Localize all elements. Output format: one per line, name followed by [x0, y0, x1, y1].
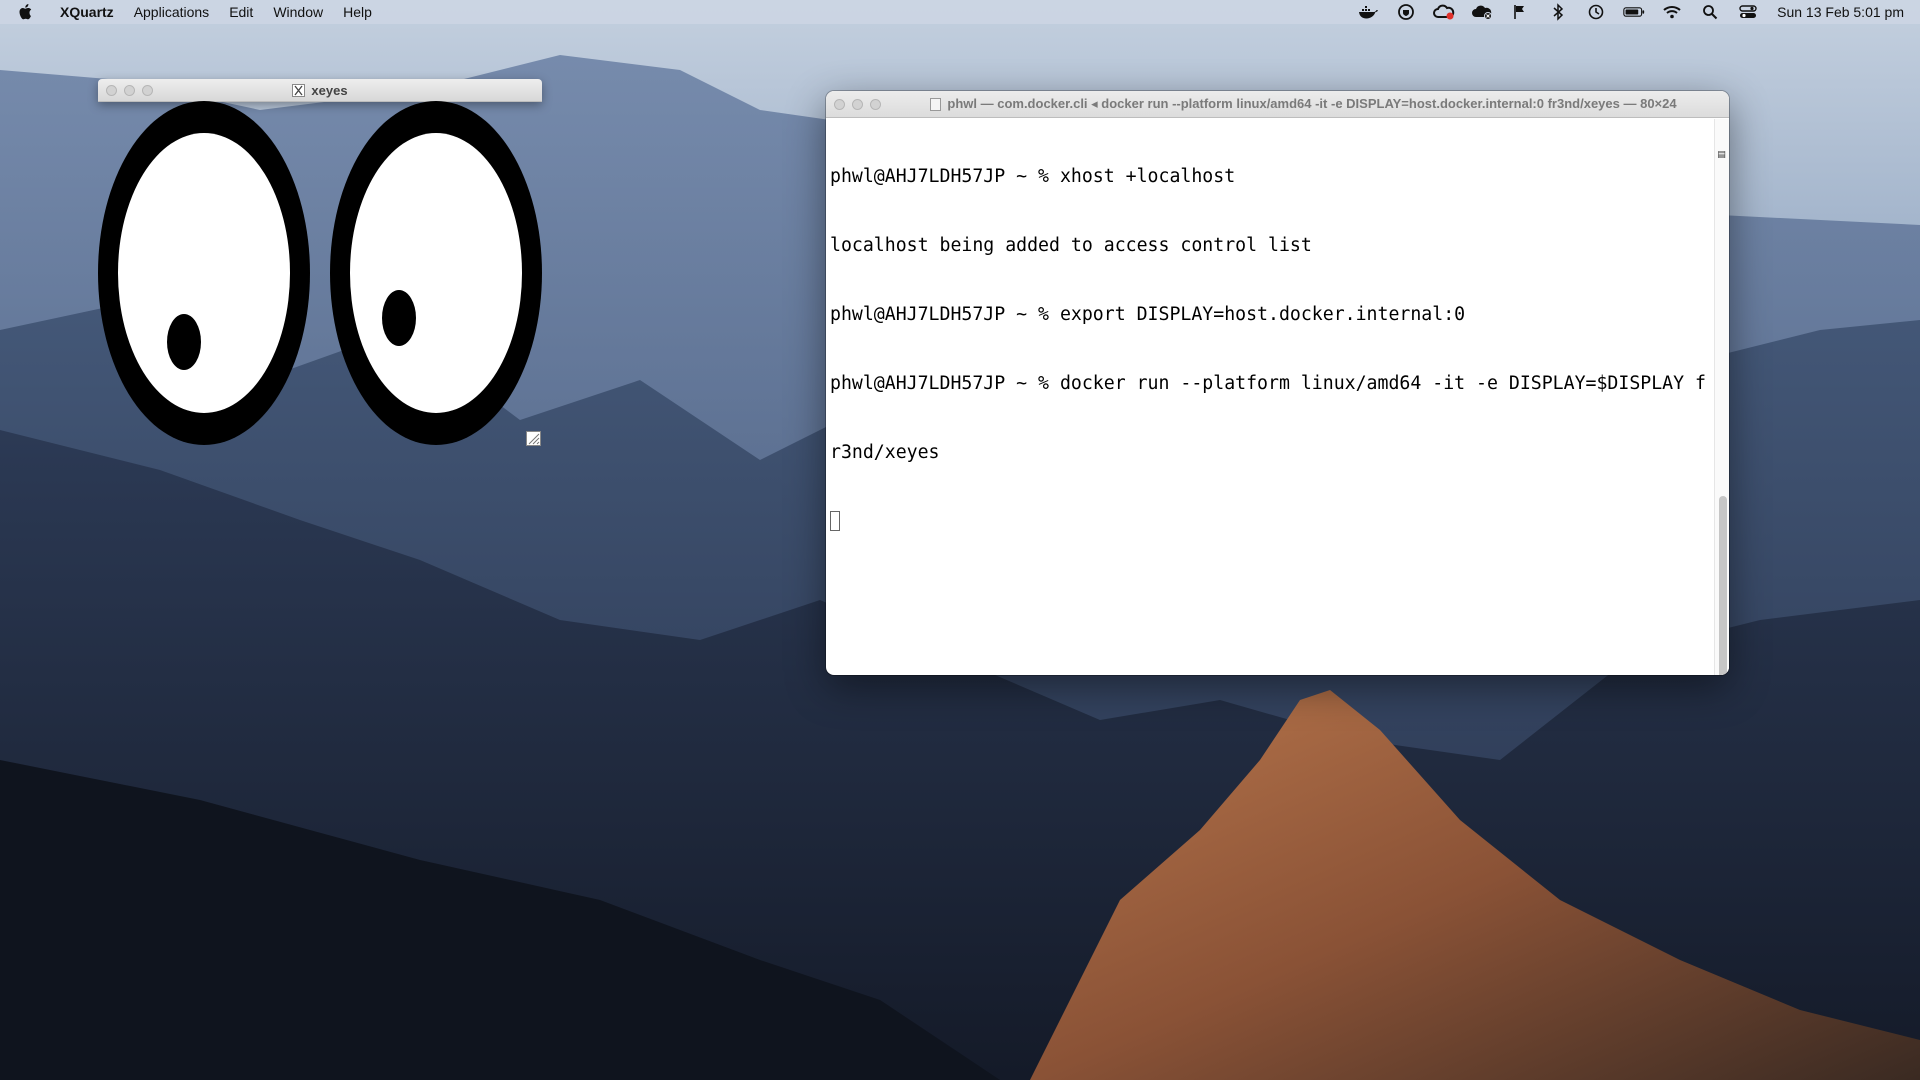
right-eye	[330, 101, 542, 445]
apple-menu-icon[interactable]	[16, 2, 36, 22]
terminal-title: phwl — com.docker.cli ◂ docker run --pla…	[947, 96, 1677, 111]
terminal-content[interactable]: phwl@AHJ7LDH57JP ~ % xhost +localhost lo…	[830, 119, 1711, 675]
vpn-icon[interactable]	[1395, 3, 1417, 21]
creative-cloud-icon[interactable]	[1433, 3, 1455, 21]
split-pane-icon[interactable]: ▤	[1716, 149, 1727, 160]
xeyes-window: xeyes	[98, 79, 542, 451]
terminal-cursor	[830, 511, 840, 531]
close-button[interactable]	[834, 98, 845, 110]
cloud-sync-icon[interactable]	[1471, 3, 1493, 21]
scrollbar-thumb[interactable]	[1719, 496, 1727, 675]
docker-icon[interactable]	[1357, 3, 1379, 21]
minimize-button[interactable]	[852, 98, 863, 110]
terminal-window: phwl — com.docker.cli ◂ docker run --pla…	[826, 91, 1729, 675]
xeyes-eyes	[98, 101, 542, 445]
spotlight-icon[interactable]	[1699, 3, 1721, 21]
time-machine-icon[interactable]	[1585, 3, 1607, 21]
menu-help[interactable]: Help	[333, 0, 382, 24]
wifi-icon[interactable]	[1661, 3, 1683, 21]
menu-app-xquartz[interactable]: XQuartz	[50, 0, 124, 24]
left-pupil	[167, 314, 201, 370]
zoom-button[interactable]	[870, 98, 881, 110]
xeyes-title: xeyes	[311, 82, 348, 98]
terminal-line: r3nd/xeyes	[830, 442, 940, 463]
menu-window[interactable]: Window	[263, 0, 333, 24]
terminal-line: phwl@AHJ7LDH57JP ~ % xhost +localhost	[830, 166, 1236, 187]
left-eye	[98, 101, 310, 445]
terminal-line: phwl@AHJ7LDH57JP ~ % export DISPLAY=host…	[830, 304, 1466, 325]
menu-applications[interactable]: Applications	[124, 0, 220, 24]
resize-grip[interactable]	[526, 431, 541, 446]
control-center-icon[interactable]	[1737, 3, 1759, 21]
flag-icon[interactable]	[1509, 3, 1531, 21]
desktop: XQuartz Applications Edit Window Help Su…	[0, 0, 1920, 1080]
right-pupil	[382, 290, 416, 346]
menu-edit[interactable]: Edit	[219, 0, 263, 24]
battery-icon[interactable]	[1623, 3, 1645, 21]
document-proxy-icon[interactable]	[930, 97, 942, 111]
terminal-title-bar[interactable]: phwl — com.docker.cli ◂ docker run --pla…	[826, 91, 1729, 118]
menu-clock[interactable]: Sun 13 Feb 5:01 pm	[1777, 4, 1904, 20]
x11-logo-icon	[292, 83, 306, 97]
bluetooth-icon[interactable]	[1547, 3, 1569, 21]
menu-bar: XQuartz Applications Edit Window Help Su…	[0, 0, 1920, 24]
terminal-line: phwl@AHJ7LDH57JP ~ % docker run --platfo…	[830, 373, 1706, 394]
terminal-line: localhost being added to access control …	[830, 235, 1312, 256]
xeyes-title-bar[interactable]: xeyes	[98, 79, 542, 102]
